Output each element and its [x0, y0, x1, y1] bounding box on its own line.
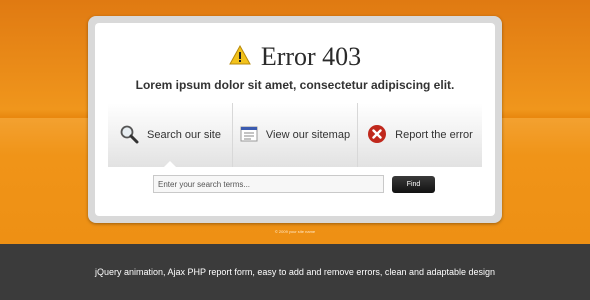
tab-view-sitemap[interactable]: View our sitemap: [232, 103, 357, 167]
magnifier-icon: [119, 124, 139, 147]
copyright-text: © 2009 your site name: [274, 229, 316, 234]
title-row: Error 403: [95, 41, 495, 73]
page-subtitle: Lorem ipsum dolor sit amet, consectetur …: [135, 78, 455, 92]
tab-search-site-label: Search our site: [147, 129, 221, 141]
footer-bar: jQuery animation, Ajax PHP report form, …: [0, 244, 590, 300]
page-title: Error 403: [260, 42, 362, 71]
tab-report-error-label: Report the error: [395, 129, 473, 141]
warning-icon: [228, 44, 251, 70]
tab-report-error[interactable]: Report the error: [357, 103, 482, 167]
search-input[interactable]: [153, 175, 384, 193]
search-form: Find: [153, 175, 443, 193]
sitemap-icon: [240, 125, 258, 146]
action-tabs: Search our site View our sitemap Report …: [108, 103, 482, 168]
find-button[interactable]: Find: [392, 175, 435, 193]
tab-search-site[interactable]: Search our site: [108, 103, 232, 168]
footer-caption: jQuery animation, Ajax PHP report form, …: [94, 267, 496, 277]
error-x-icon: [367, 124, 387, 147]
tab-view-sitemap-label: View our sitemap: [265, 129, 351, 141]
error-panel: Error 403 Lorem ipsum dolor sit amet, co…: [95, 23, 495, 216]
